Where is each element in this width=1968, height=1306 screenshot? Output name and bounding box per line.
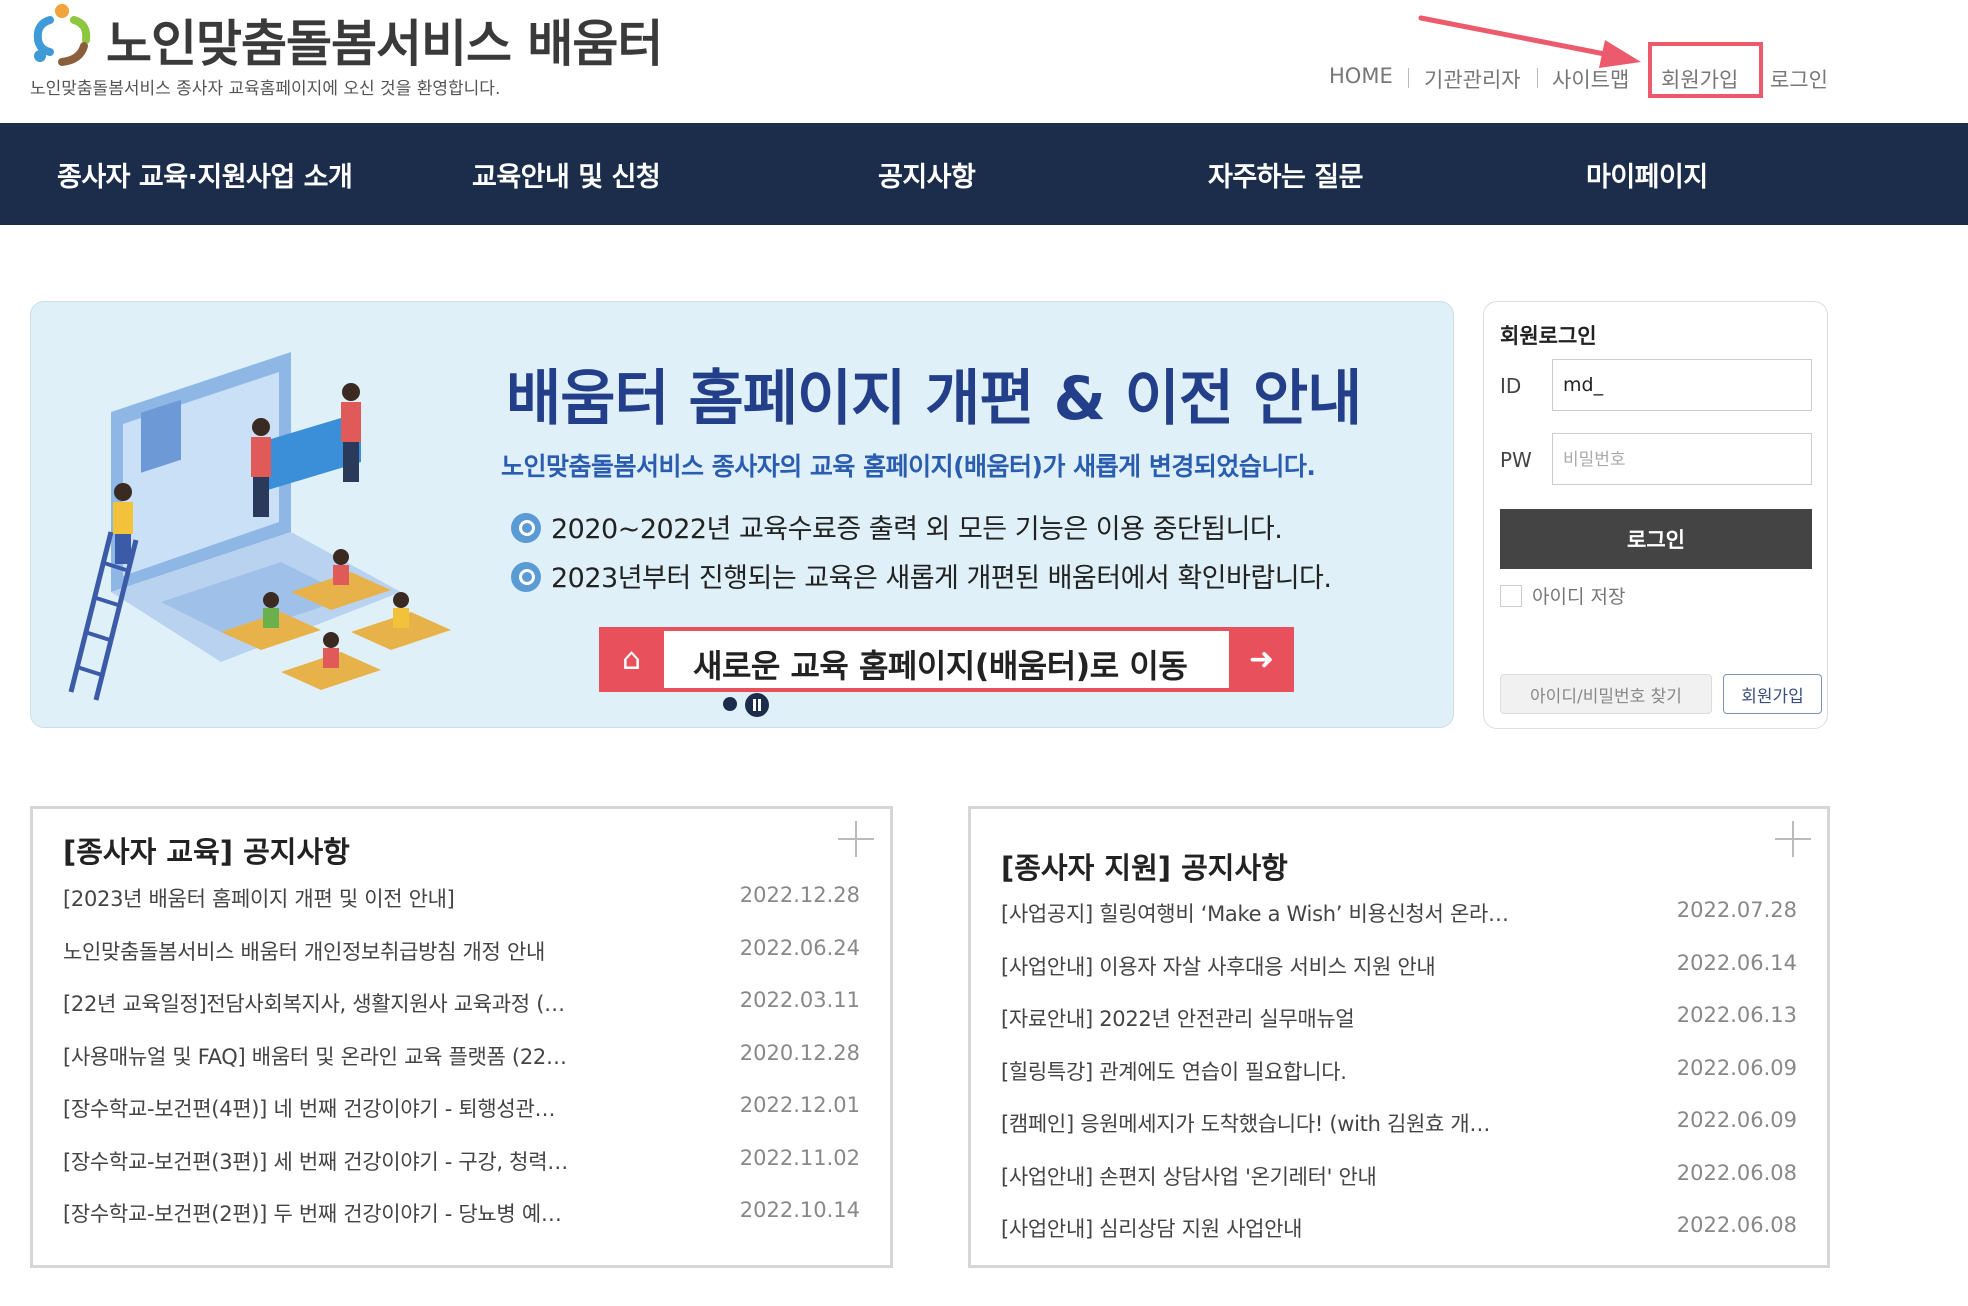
banner-subtitle: 노인맞춤돌봄서비스 종사자의 교육 홈페이지(배움터)가 새롭게 변경되었습니다… <box>501 452 1316 481</box>
list-item[interactable]: [사용매뉴얼 및 FAQ] 배움터 및 온라인 교육 플랫폼 (22… 2020… <box>63 1041 860 1073</box>
list-item[interactable]: [장수학교-보건편(4편)] 네 번째 건강이야기 - 퇴행성관… 2022.1… <box>63 1093 860 1125</box>
sitemap-link[interactable]: 사이트맵 <box>1552 64 1629 94</box>
notice-date: 2022.06.24 <box>739 936 860 960</box>
notice-date: 2022.07.28 <box>1676 898 1797 922</box>
login-link[interactable]: 로그인 <box>1770 64 1828 94</box>
list-item[interactable]: [사업안내] 심리상담 지원 사업안내 2022.06.08 <box>1001 1213 1797 1245</box>
list-item[interactable]: [자료안내] 2022년 안전관리 실무매뉴얼 2022.06.13 <box>1001 1003 1797 1035</box>
notice-title[interactable]: [사업안내] 이용자 자살 사후대응 서비스 지원 안내 <box>1001 951 1531 981</box>
site-title[interactable]: 노인맞춤돌봄서비스 배움터 <box>106 4 663 76</box>
notice-title[interactable]: [사업안내] 손편지 상담사업 '온기레터' 안내 <box>1001 1161 1531 1191</box>
panel-title: [종사자 지원] 공지사항 <box>1001 851 1288 885</box>
login-button[interactable]: 로그인 <box>1500 509 1812 569</box>
main-nav: 종사자 교육·지원사업 소개 교육안내 및 신청 공지사항 자주하는 질문 마이… <box>0 123 1968 225</box>
banner-title: 배움터 홈페이지 개편 & 이전 안내 <box>506 364 1362 434</box>
notice-title[interactable]: [힐링특강] 관계에도 연습이 필요합니다. <box>1001 1056 1531 1086</box>
plus-icon[interactable] <box>1775 821 1811 857</box>
panel-title: [종사자 교육] 공지사항 <box>63 835 350 869</box>
notice-title[interactable]: [캠페인] 응원메세지가 도착했습니다! (with 김원효 개… <box>1001 1108 1531 1138</box>
nav-item-intro[interactable]: 종사자 교육·지원사업 소개 <box>57 155 353 194</box>
notice-date: 2020.12.28 <box>739 1041 860 1065</box>
slide-indicator-dot[interactable] <box>723 697 737 711</box>
notice-date: 2022.06.14 <box>1676 951 1797 975</box>
list-item[interactable]: 노인맞춤돌봄서비스 배움터 개인정보취급방침 개정 안내 2022.06.24 <box>63 936 860 968</box>
new-site-button[interactable]: ⌂ 새로운 교육 홈페이지(배움터)로 이동 ➜ <box>599 627 1294 692</box>
banner-line-1: 2020~2022년 교육수료증 출력 외 모든 기능은 이용 중단됩니다. <box>511 507 1283 546</box>
id-input[interactable] <box>1552 359 1812 411</box>
notice-date: 2022.06.08 <box>1676 1161 1797 1185</box>
nav-item-notice[interactable]: 공지사항 <box>878 155 976 194</box>
list-item[interactable]: [사업안내] 이용자 자살 사후대응 서비스 지원 안내 2022.06.14 <box>1001 951 1797 983</box>
id-label: ID <box>1500 374 1522 398</box>
annotation-arrow-icon <box>1418 15 1641 68</box>
notice-date: 2022.06.09 <box>1676 1108 1797 1132</box>
notice-panel-support: [종사자 지원] 공지사항 [사업공지] 힐링여행비 ‘Make a Wish’… <box>968 806 1830 1268</box>
notice-title[interactable]: [22년 교육일정]전담사회복지사, 생활지원사 교육과정 (… <box>63 988 593 1018</box>
list-item[interactable]: [사업안내] 손편지 상담사업 '온기레터' 안내 2022.06.08 <box>1001 1161 1797 1193</box>
site-header: 노인맞춤돌봄서비스 배움터 노인맞춤돌봄서비스 종사자 교육홈페이지에 오신 것… <box>0 0 1968 123</box>
notice-title[interactable]: [자료안내] 2022년 안전관리 실무매뉴얼 <box>1001 1003 1531 1033</box>
remember-id-label: 아이디 저장 <box>1532 586 1626 608</box>
banner-line-2-text: 2023년부터 진행되는 교육은 새롭게 개편된 배움터에서 확인바랍니다. <box>551 563 1332 594</box>
banner-line-1-text: 2020~2022년 교육수료증 출력 외 모든 기능은 이용 중단됩니다. <box>551 514 1283 545</box>
notice-title[interactable]: [2023년 배움터 홈페이지 개편 및 이전 안내] <box>63 883 593 913</box>
arrow-right-icon: ➜ <box>1229 627 1294 692</box>
pause-icon[interactable] <box>745 693 769 717</box>
new-site-button-label: 새로운 교육 홈페이지(배움터)로 이동 <box>693 647 1188 685</box>
magnifier-icon <box>511 562 541 592</box>
list-item[interactable]: [장수학교-보건편(3편)] 세 번째 건강이야기 - 구강, 청력… 2022… <box>63 1146 860 1178</box>
list-item[interactable]: [장수학교-보건편(2편)] 두 번째 건강이야기 - 당뇨병 예… 2022.… <box>63 1198 860 1230</box>
notice-title[interactable]: [장수학교-보건편(3편)] 세 번째 건강이야기 - 구강, 청력… <box>63 1146 593 1176</box>
pw-label: PW <box>1500 448 1532 472</box>
util-divider <box>1408 68 1409 88</box>
notice-date: 2022.06.08 <box>1676 1213 1797 1237</box>
password-input[interactable] <box>1552 433 1812 485</box>
remember-id[interactable]: 아이디 저장 <box>1500 582 1625 609</box>
list-item[interactable]: [사업공지] 힐링여행비 ‘Make a Wish’ 비용신청서 온라… 202… <box>1001 898 1797 930</box>
notice-title[interactable]: 노인맞춤돌봄서비스 배움터 개인정보취급방침 개정 안내 <box>63 936 593 966</box>
login-box: 회원로그인 ID PW 로그인 아이디 저장 아이디/비밀번호 찾기 회원가입 <box>1483 301 1828 729</box>
notice-date: 2022.12.28 <box>739 883 860 907</box>
notice-title[interactable]: [장수학교-보건편(4편)] 네 번째 건강이야기 - 퇴행성관… <box>63 1093 593 1123</box>
login-title: 회원로그인 <box>1500 324 1597 348</box>
main-banner[interactable]: 배움터 홈페이지 개편 & 이전 안내 노인맞춤돌봄서비스 종사자의 교육 홈페… <box>30 301 1454 728</box>
notice-date: 2022.06.13 <box>1676 1003 1797 1027</box>
nav-item-education[interactable]: 교육안내 및 신청 <box>472 155 661 194</box>
list-item[interactable]: [2023년 배움터 홈페이지 개편 및 이전 안내] 2022.12.28 <box>63 883 860 915</box>
notice-date: 2022.12.01 <box>739 1093 860 1117</box>
notice-title[interactable]: [사업공지] 힐링여행비 ‘Make a Wish’ 비용신청서 온라… <box>1001 898 1531 928</box>
notice-title[interactable]: [사업안내] 심리상담 지원 사업안내 <box>1001 1213 1531 1243</box>
find-account-button[interactable]: 아이디/비밀번호 찾기 <box>1500 674 1712 714</box>
home-icon: ⌂ <box>599 627 664 692</box>
remember-id-checkbox[interactable] <box>1500 585 1522 607</box>
signup-button[interactable]: 회원가입 <box>1723 674 1822 714</box>
nav-item-faq[interactable]: 자주하는 질문 <box>1208 155 1363 194</box>
nav-item-mypage[interactable]: 마이페이지 <box>1586 155 1708 194</box>
notice-panel-education: [종사자 교육] 공지사항 [2023년 배움터 홈페이지 개편 및 이전 안내… <box>30 806 893 1268</box>
banner-line-2: 2023년부터 진행되는 교육은 새롭게 개편된 배움터에서 확인바랍니다. <box>511 556 1332 595</box>
notice-title[interactable]: [장수학교-보건편(2편)] 두 번째 건강이야기 - 당뇨병 예… <box>63 1198 593 1228</box>
list-item[interactable]: [22년 교육일정]전담사회복지사, 생활지원사 교육과정 (… 2022.03… <box>63 988 860 1020</box>
notice-date: 2022.10.14 <box>739 1198 860 1222</box>
admin-link[interactable]: 기관관리자 <box>1424 64 1521 94</box>
laptop-classroom-illustration-icon <box>68 352 451 701</box>
notice-date: 2022.03.11 <box>739 988 860 1012</box>
util-divider <box>1537 68 1538 88</box>
magnifier-icon <box>511 513 541 543</box>
site-subtitle: 노인맞춤돌봄서비스 종사자 교육홈페이지에 오신 것을 환영합니다. <box>30 79 501 99</box>
list-item[interactable]: [힐링특강] 관계에도 연습이 필요합니다. 2022.06.09 <box>1001 1056 1797 1088</box>
annotation-highlight-box <box>1648 42 1763 98</box>
notice-date: 2022.11.02 <box>739 1146 860 1170</box>
plus-icon[interactable] <box>838 821 874 857</box>
logo-icon[interactable] <box>28 2 96 68</box>
list-item[interactable]: [캠페인] 응원메세지가 도착했습니다! (with 김원효 개… 2022.0… <box>1001 1108 1797 1140</box>
notice-title[interactable]: [사용매뉴얼 및 FAQ] 배움터 및 온라인 교육 플랫폼 (22… <box>63 1041 593 1071</box>
home-link[interactable]: HOME <box>1329 64 1393 94</box>
notice-date: 2022.06.09 <box>1676 1056 1797 1080</box>
